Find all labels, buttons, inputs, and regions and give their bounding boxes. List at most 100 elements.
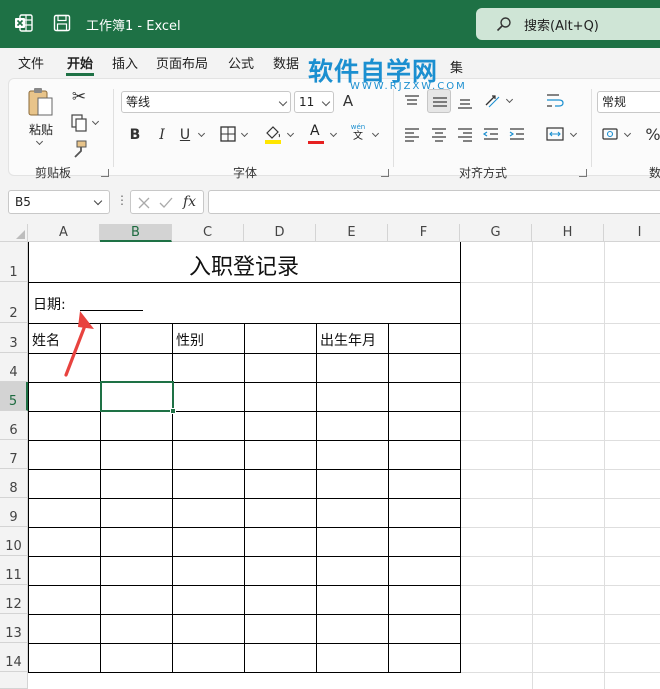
paste-icon[interactable] bbox=[25, 87, 61, 117]
tab-file[interactable]: 文件 bbox=[18, 53, 44, 72]
row-header[interactable]: 6 bbox=[0, 411, 28, 440]
paste-label[interactable]: 粘贴 bbox=[29, 121, 53, 138]
row-header[interactable]: 3 bbox=[0, 323, 28, 353]
tab-insert[interactable]: 插入 bbox=[112, 53, 138, 72]
row-header[interactable]: 4 bbox=[0, 353, 28, 382]
select-all-corner[interactable] bbox=[0, 224, 28, 242]
wrap-text-icon[interactable] bbox=[545, 91, 565, 111]
row-header[interactable]: 10 bbox=[0, 527, 28, 556]
row-header[interactable]: 14 bbox=[0, 643, 28, 672]
table-border bbox=[28, 282, 461, 283]
excel-logo-icon[interactable] bbox=[14, 13, 34, 33]
decrease-indent-icon[interactable] bbox=[482, 125, 500, 143]
column-header-c[interactable]: C bbox=[172, 224, 244, 242]
row-header[interactable]: 9 bbox=[0, 498, 28, 527]
row-header[interactable]: 13 bbox=[0, 614, 28, 643]
align-right-icon[interactable] bbox=[456, 125, 474, 143]
tab-formulas[interactable]: 公式 bbox=[228, 53, 254, 72]
increase-font-size-icon[interactable]: A bbox=[339, 91, 357, 111]
fill-color-dropdown-icon[interactable] bbox=[286, 129, 295, 138]
column-header-i[interactable]: I bbox=[604, 224, 660, 242]
row-header[interactable]: 12 bbox=[0, 585, 28, 614]
column-header-f[interactable]: F bbox=[388, 224, 460, 242]
percent-style-button[interactable]: % bbox=[643, 124, 660, 144]
merge-dropdown-icon[interactable] bbox=[569, 129, 578, 138]
gridline bbox=[460, 411, 660, 412]
borders-dropdown-icon[interactable] bbox=[240, 129, 249, 138]
cut-icon[interactable]: ✂ bbox=[69, 87, 89, 107]
font-color-dropdown-icon[interactable] bbox=[329, 129, 338, 138]
formula-buttons: fx bbox=[130, 190, 204, 214]
row-header[interactable]: 2 bbox=[0, 282, 28, 323]
font-size-select[interactable]: 11 bbox=[294, 91, 334, 113]
phonetic-dropdown-icon[interactable] bbox=[371, 129, 380, 138]
orientation-dropdown-icon[interactable] bbox=[505, 95, 514, 104]
column-header-e[interactable]: E bbox=[316, 224, 388, 242]
spreadsheet-grid[interactable]: A B C D E F G H I 1 2 3 4 5 6 7 8 9 10 1… bbox=[0, 224, 660, 689]
name-box[interactable]: B5 bbox=[8, 190, 110, 214]
clipboard-launcher-icon[interactable] bbox=[101, 169, 109, 177]
italic-button[interactable]: I bbox=[154, 125, 170, 145]
column-header-g[interactable]: G bbox=[460, 224, 532, 242]
align-top-icon[interactable] bbox=[403, 93, 421, 111]
font-name-value: 等线 bbox=[126, 95, 151, 109]
fill-handle[interactable] bbox=[170, 408, 176, 414]
bold-button[interactable]: B bbox=[127, 125, 143, 145]
sheet-title-cell[interactable]: 入职登记录 bbox=[28, 249, 460, 281]
active-cell-b5[interactable] bbox=[100, 381, 174, 412]
row-number: 8 bbox=[9, 481, 18, 496]
row-header[interactable]: 8 bbox=[0, 469, 28, 498]
paste-dropdown-icon[interactable] bbox=[35, 137, 44, 146]
number-format-value: 常规 bbox=[602, 95, 627, 109]
save-icon[interactable] bbox=[52, 13, 72, 33]
formula-input[interactable] bbox=[208, 190, 660, 214]
row-header[interactable]: 11 bbox=[0, 556, 28, 585]
borders-icon[interactable] bbox=[219, 125, 237, 143]
number-format-select[interactable]: 常规 bbox=[597, 91, 660, 113]
tab-page-layout[interactable]: 页面布局 bbox=[156, 53, 208, 72]
column-header-b[interactable]: B bbox=[100, 224, 172, 242]
column-header-a[interactable]: A bbox=[28, 224, 100, 242]
copy-icon[interactable] bbox=[69, 113, 89, 133]
cancel-icon[interactable] bbox=[137, 196, 151, 210]
row-header[interactable] bbox=[0, 672, 28, 689]
orientation-icon[interactable] bbox=[483, 91, 503, 111]
search-box[interactable]: 搜索(Alt+Q) bbox=[476, 8, 660, 40]
underline-dropdown-icon[interactable] bbox=[197, 129, 206, 138]
row-header[interactable]: 7 bbox=[0, 440, 28, 469]
chevron-down-icon bbox=[93, 196, 103, 206]
font-color-icon[interactable]: A bbox=[307, 123, 325, 145]
align-center-icon[interactable] bbox=[430, 125, 448, 143]
increase-indent-icon[interactable] bbox=[508, 125, 526, 143]
font-launcher-icon[interactable] bbox=[381, 169, 389, 177]
tab-home[interactable]: 开始 bbox=[67, 53, 93, 72]
row-header[interactable]: 1 bbox=[0, 242, 28, 282]
enter-icon[interactable] bbox=[159, 196, 173, 210]
align-left-icon[interactable] bbox=[403, 125, 421, 143]
column-header-d[interactable]: D bbox=[244, 224, 316, 242]
row-header-selected[interactable]: 5 bbox=[0, 382, 28, 411]
underline-button[interactable]: U bbox=[177, 125, 193, 145]
alignment-launcher-icon[interactable] bbox=[579, 169, 587, 177]
currency-dropdown-icon[interactable] bbox=[623, 129, 632, 138]
row-number: 3 bbox=[9, 336, 18, 351]
column-header-h[interactable]: H bbox=[532, 224, 604, 242]
insert-function-icon[interactable]: fx bbox=[183, 194, 196, 210]
merge-center-icon[interactable] bbox=[545, 125, 565, 143]
title-bar: 工作簿1 - Excel 搜索(Alt+Q) bbox=[0, 0, 660, 48]
currency-format-icon[interactable] bbox=[601, 125, 621, 143]
tab-partial[interactable]: 集 bbox=[450, 57, 463, 76]
watermark-url-text: WWW.RJZXW.COM bbox=[350, 81, 467, 92]
font-name-select[interactable]: 等线 bbox=[121, 91, 291, 113]
gender-header-cell[interactable]: 性别 bbox=[176, 330, 204, 350]
fill-color-icon[interactable] bbox=[263, 123, 283, 145]
birth-date-header-cell[interactable]: 出生年月 bbox=[320, 330, 376, 350]
copy-dropdown-icon[interactable] bbox=[91, 117, 100, 126]
more-icon[interactable]: ⋮ bbox=[116, 193, 128, 207]
align-bottom-icon[interactable] bbox=[456, 93, 474, 111]
phonetic-guide-icon[interactable]: wén 文 bbox=[349, 123, 367, 145]
tab-data[interactable]: 数据 bbox=[273, 53, 299, 72]
search-icon bbox=[496, 17, 511, 32]
gridline bbox=[532, 242, 533, 689]
format-painter-icon[interactable] bbox=[69, 139, 89, 159]
